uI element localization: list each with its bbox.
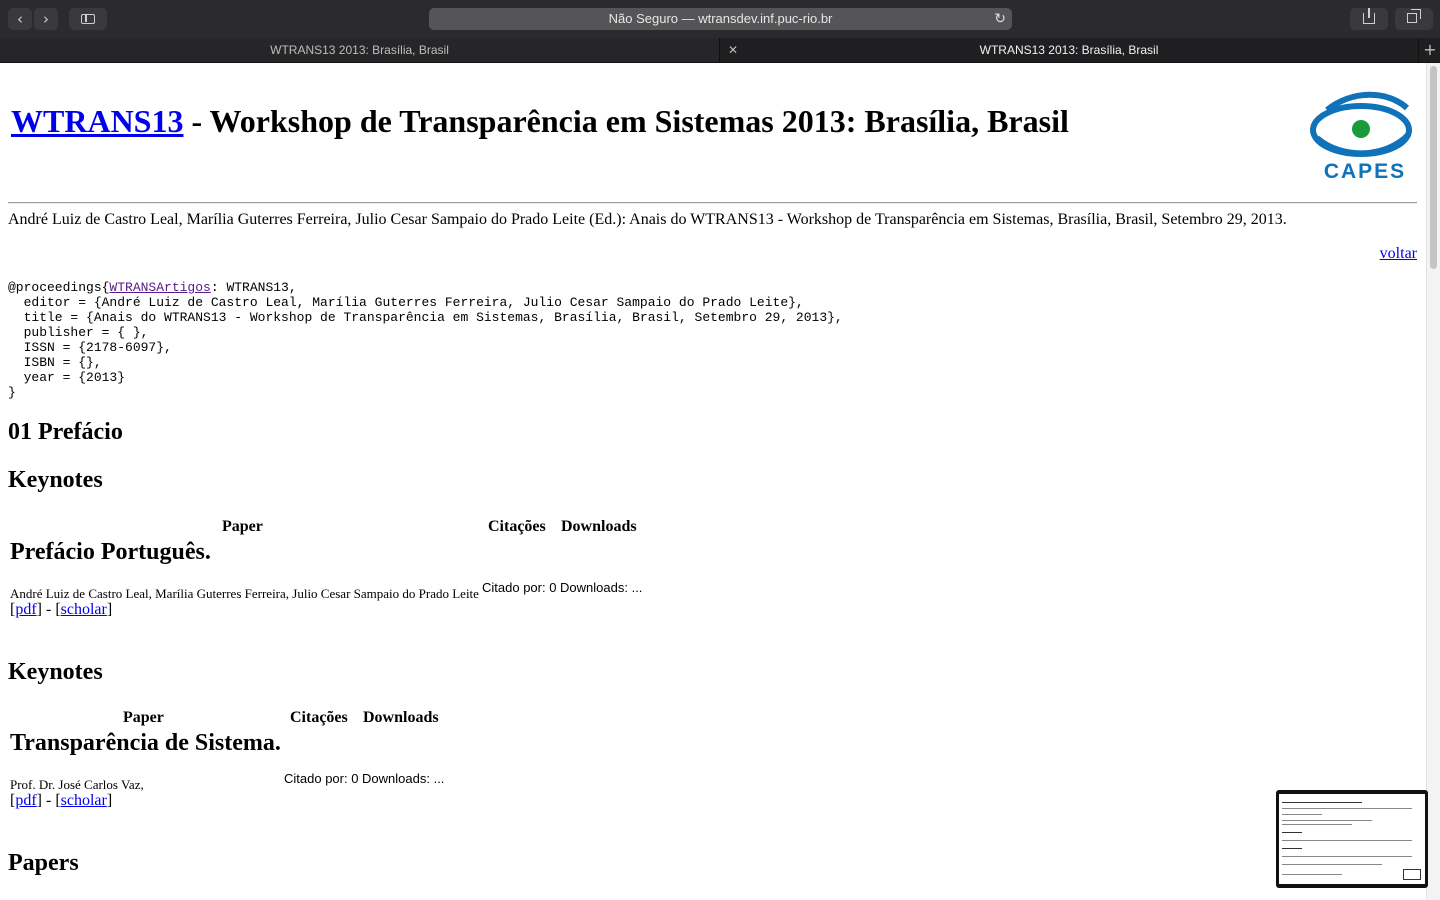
section-keynotes: Keynotes [8, 659, 103, 685]
address-bar[interactable]: Não Seguro — wtransdev.inf.puc-rio.br ↻ [429, 8, 1012, 30]
reload-icon[interactable]: ↻ [994, 8, 1006, 30]
tab-label: WTRANS13 2013: Brasília, Brasil [270, 43, 449, 57]
address-text: Não Seguro — wtransdev.inf.puc-rio.br [608, 11, 833, 26]
forward-button[interactable]: › [34, 8, 58, 30]
paper-links: [pdf] - [scholar] [10, 601, 113, 618]
preview-line [1282, 848, 1302, 849]
preview-line [1282, 832, 1302, 833]
preview-line [1282, 802, 1362, 803]
page-preview-thumbnail[interactable] [1276, 790, 1428, 888]
preview-line [1282, 864, 1382, 865]
bibtex-key-link[interactable]: WTRANSArtigos [109, 280, 210, 295]
close-icon[interactable]: ✕ [728, 38, 738, 62]
paper-stats: Citado por: 0 Downloads: ... [482, 580, 643, 595]
new-tab-button[interactable]: + [1418, 38, 1440, 62]
section-keynotes: Keynotes [8, 467, 103, 493]
bibtex-body: : WTRANS13, editor = {André Luiz de Cast… [8, 280, 843, 400]
paper-stats: Citado por: 0 Downloads: ... [284, 771, 445, 786]
preview-line [1282, 824, 1352, 825]
preview-line [1282, 820, 1372, 821]
paper-links: [pdf] - [scholar] [10, 792, 113, 809]
preview-line [1282, 840, 1412, 841]
preview-viewport-indicator [1403, 869, 1421, 880]
preview-content [1279, 794, 1425, 884]
show-tabs-button[interactable] [1395, 8, 1433, 30]
preview-line [1282, 814, 1322, 815]
paper-title: Transparência de Sistema. [10, 730, 281, 756]
citation-text: André Luiz de Castro Leal, Marília Guter… [8, 211, 1287, 228]
divider [8, 202, 1417, 204]
column-header-paper: Paper [123, 709, 164, 726]
share-icon [1363, 8, 1375, 24]
scholar-link[interactable]: scholar [61, 792, 107, 809]
capes-logo: CAPES [1307, 90, 1417, 186]
tabs-overview-icon [1407, 9, 1421, 23]
voltar-link[interactable]: voltar [1380, 245, 1417, 263]
section-papers: Papers [8, 850, 79, 876]
pdf-link[interactable]: pdf [15, 792, 36, 809]
pdf-link[interactable]: pdf [15, 601, 36, 618]
plus-icon: + [1423, 40, 1437, 59]
chevron-left-icon: ‹ [17, 10, 23, 28]
column-header-downloads: Downloads [561, 518, 637, 535]
column-header-citacoes: Citações [488, 518, 546, 535]
tab-2-active[interactable]: ✕ WTRANS13 2013: Brasília, Brasil [720, 38, 1418, 62]
paper-authors: André Luiz de Castro Leal, Marília Guter… [10, 586, 479, 601]
preview-line [1282, 856, 1412, 857]
capes-eye-icon [1310, 91, 1412, 157]
title-text: - Workshop de Transparência em Sistemas … [183, 103, 1069, 139]
bibtex-prefix: @proceedings{ [8, 280, 110, 295]
link-separator: ] - [ [36, 792, 61, 809]
logo-text: CAPES [1323, 160, 1407, 183]
link-separator: ] - [ [36, 601, 61, 618]
page-title: WTRANS13 - Workshop de Transparência em … [11, 103, 1069, 140]
tab-label: WTRANS13 2013: Brasília, Brasil [979, 43, 1159, 57]
page-content: WTRANS13 - Workshop de Transparência em … [0, 63, 1426, 900]
column-header-downloads: Downloads [363, 709, 439, 726]
vertical-scrollbar[interactable] [1426, 63, 1440, 900]
paper-authors: Prof. Dr. José Carlos Vaz, [10, 777, 144, 792]
scrollbar-thumb[interactable] [1430, 66, 1437, 269]
tab-1[interactable]: WTRANS13 2013: Brasília, Brasil [0, 38, 720, 62]
bibtex-block: @proceedings{WTRANSArtigos: WTRANS13, ed… [8, 280, 843, 400]
chevron-right-icon: › [43, 10, 49, 28]
tab-bar: WTRANS13 2013: Brasília, Brasil ✕ WTRANS… [0, 38, 1440, 63]
sidebar-toggle-button[interactable] [69, 8, 107, 30]
preview-line [1282, 874, 1342, 875]
sidebar-icon [81, 14, 95, 24]
share-button[interactable] [1350, 8, 1388, 30]
back-button[interactable]: ‹ [8, 8, 32, 30]
column-header-citacoes: Citações [290, 709, 348, 726]
title-link[interactable]: WTRANS13 [11, 103, 183, 139]
browser-toolbar: ‹ › Não Seguro — wtransdev.inf.puc-rio.b… [0, 0, 1440, 38]
scholar-link[interactable]: scholar [61, 601, 107, 618]
paper-title: Prefácio Português. [10, 539, 211, 565]
preview-line [1282, 808, 1412, 809]
section-prefacio: 01 Prefácio [8, 419, 123, 445]
column-header-paper: Paper [222, 518, 263, 535]
